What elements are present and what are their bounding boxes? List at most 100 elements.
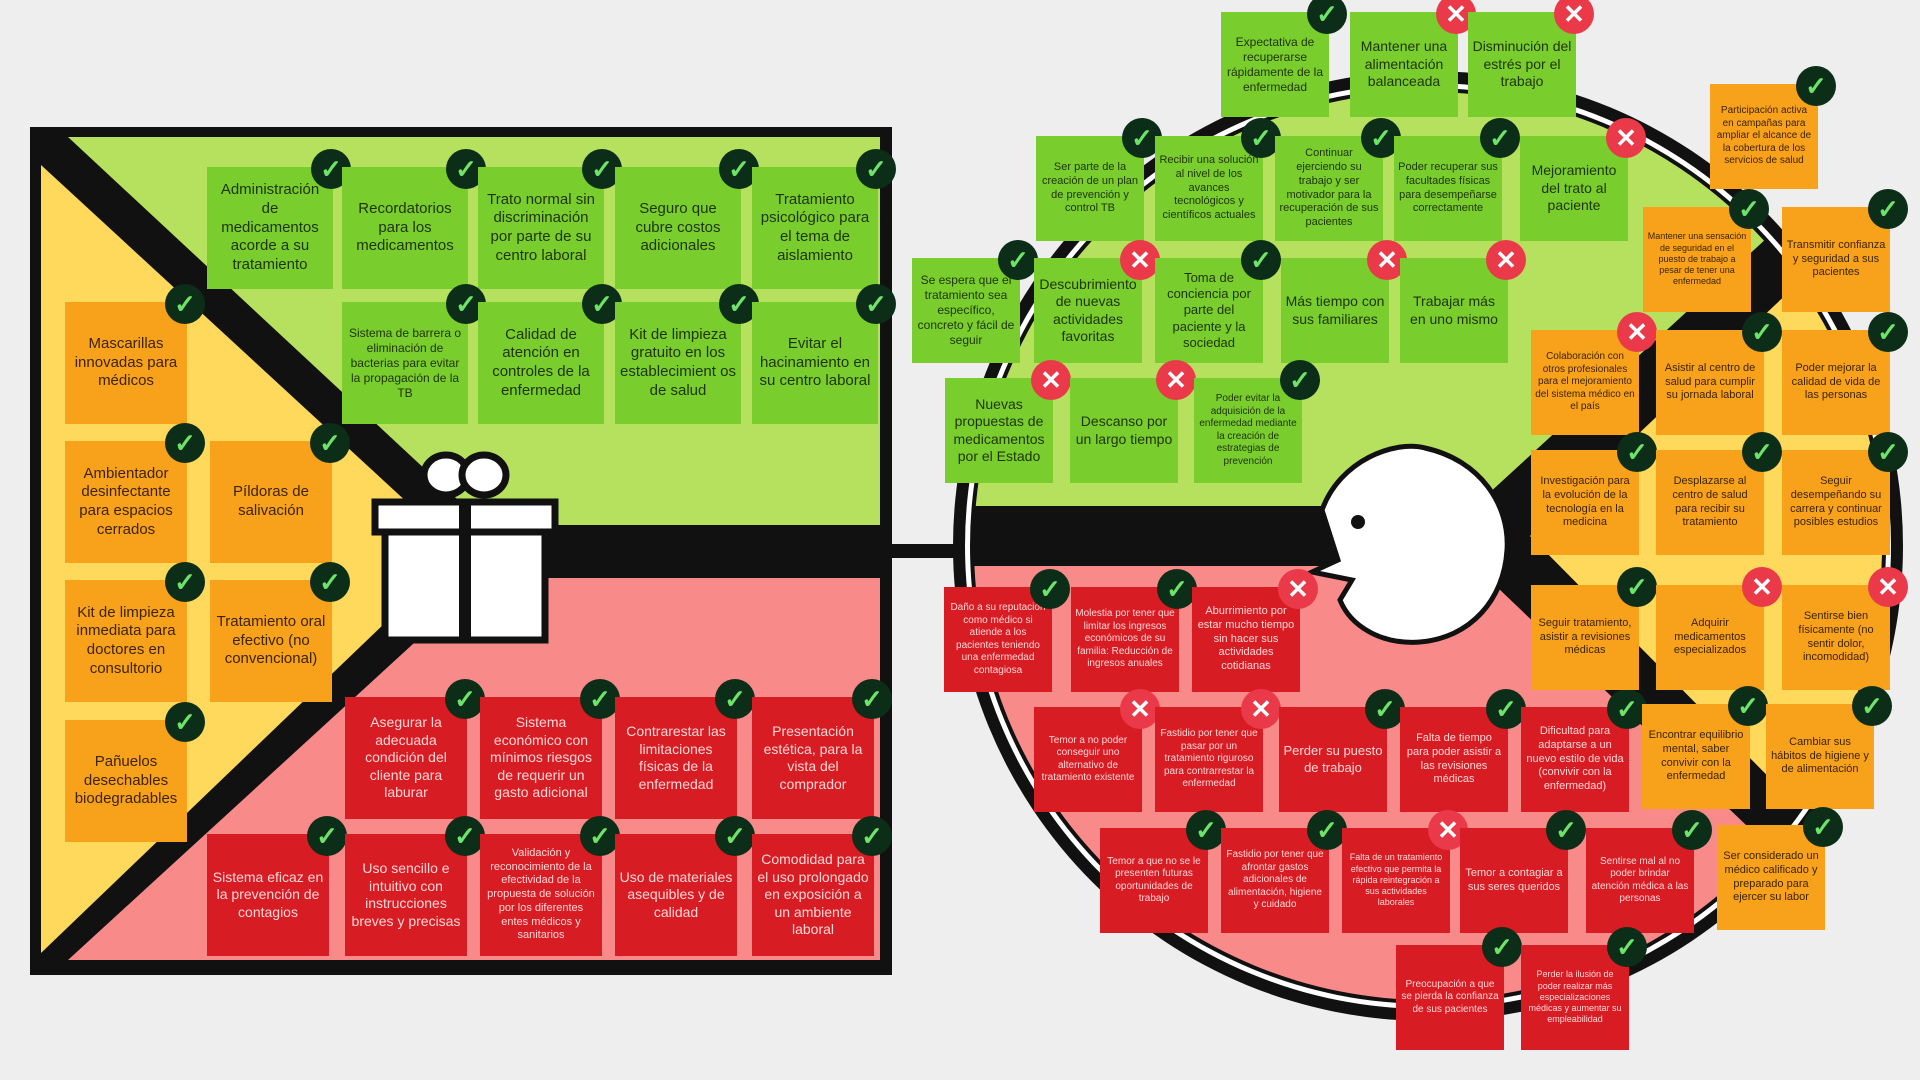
note-text: Pañuelos desechables biodegradables	[74, 752, 178, 808]
check-icon: ✓	[1365, 689, 1405, 729]
note-text: Mejoramiento del trato al paciente	[1531, 162, 1617, 214]
check-icon: ✓	[1607, 689, 1647, 729]
cross-icon: ✕	[1278, 569, 1318, 609]
check-icon: ✓	[1486, 689, 1526, 729]
check-icon: ✓	[1241, 240, 1281, 280]
note-text: Sentirse mal al no poder brindar atenció…	[1591, 855, 1689, 905]
note-text: Continuar ejerciendo su trabajo y ser mo…	[1279, 147, 1379, 228]
check-icon: ✓	[165, 562, 205, 602]
note-text: Se espera que el tratamiento sea específ…	[917, 273, 1015, 347]
check-icon: ✓	[445, 679, 485, 719]
note-text: Temor a no poder conseguir uno alternati…	[1041, 734, 1135, 784]
note-text: Ser parte de la creación de un plan de p…	[1041, 161, 1138, 215]
check-icon: ✓	[1742, 312, 1782, 352]
check-icon: ✓	[856, 284, 896, 324]
note-text: Cambiar sus hábitos de higiene y de alim…	[1771, 735, 1869, 776]
check-icon: ✓	[1480, 118, 1520, 158]
note-text: Descanso por un largo tiempo	[1075, 413, 1173, 447]
products-note: Kit de limpieza inmediata para doctores …	[65, 580, 187, 702]
check-icon: ✓	[1868, 312, 1908, 352]
pain-relievers-note: Uso sencillo e intuitivo con instruccion…	[345, 834, 467, 956]
note-text: Molestia por tener que limitar los ingre…	[1075, 608, 1175, 670]
note-text: Kit de limpieza inmediata para doctores …	[76, 603, 176, 677]
note-text: Perder su puesto de trabajo	[1283, 743, 1383, 775]
note-text: Uso de materiales asequibles y de calida…	[619, 868, 733, 920]
check-icon: ✓	[580, 816, 620, 856]
note-text: Comodidad para el uso prolongado en expo…	[757, 851, 869, 938]
check-icon: ✓	[445, 816, 485, 856]
check-icon: ✓	[1280, 360, 1320, 400]
note-text: Asistir al centro de salud para cumplir …	[1664, 361, 1756, 402]
check-icon: ✓	[1868, 189, 1908, 229]
gain-creators-note: Administración de medicamentos acorde a …	[207, 167, 333, 289]
check-icon: ✓	[1803, 807, 1843, 847]
gain-creators-note: Evitar el hacinamiento en su centro labo…	[752, 302, 878, 424]
check-icon: ✓	[1307, 810, 1347, 850]
check-icon: ✓	[715, 816, 755, 856]
note-text: Transmitir confianza y seguridad a sus p…	[1786, 238, 1886, 279]
gain-creators-note: Sistema de barrera o eliminación de bact…	[342, 302, 468, 424]
cross-icon: ✕	[1606, 118, 1646, 158]
check-icon: ✓	[165, 423, 205, 463]
note-text: Mascarillas innovadas para médicos	[74, 334, 178, 390]
note-text: Trabajar más en uno mismo	[1410, 293, 1498, 327]
cross-icon: ✕	[1868, 567, 1908, 607]
pain-relievers-note: Sistema eficaz en la prevención de conta…	[207, 834, 329, 956]
cross-icon: ✕	[1031, 360, 1071, 400]
note-text: Falta de tiempo para poder asistir a las…	[1406, 732, 1502, 786]
note-text: Administración de medicamentos acorde a …	[220, 181, 320, 274]
check-icon: ✓	[1796, 66, 1836, 106]
note-text: Investigación para la evolución de la te…	[1540, 475, 1630, 529]
note-text: Adquirir medicamentos especializados	[1673, 616, 1747, 657]
check-icon: ✓	[310, 562, 350, 602]
note-text: Poder recuperar sus facultades físicas p…	[1398, 161, 1498, 215]
check-icon: ✓	[165, 284, 205, 324]
check-icon: ✓	[1482, 927, 1522, 967]
note-text: Seguro que cubre costos adicionales	[635, 199, 721, 255]
cross-icon: ✕	[1742, 567, 1782, 607]
cross-icon: ✕	[1156, 360, 1196, 400]
check-icon: ✓	[1728, 686, 1768, 726]
pain-relievers-note: Presentación estética, para la vista del…	[752, 697, 874, 819]
products-note: Pañuelos desechables biodegradables	[65, 720, 187, 842]
gain-creators-note: Kit de limpieza gratuito en los establec…	[615, 302, 741, 424]
check-icon: ✓	[1546, 810, 1586, 850]
cross-icon: ✕	[1120, 689, 1160, 729]
pain-relievers-note: Uso de materiales asequibles y de calida…	[615, 834, 737, 956]
check-icon: ✓	[307, 816, 347, 856]
cross-icon: ✕	[1486, 240, 1526, 280]
note-text: Contrarestar las limitaciones físicas de…	[626, 723, 726, 792]
check-icon: ✓	[856, 149, 896, 189]
note-text: Presentación estética, para la vista del…	[763, 723, 863, 792]
note-text: Recibir una solución al nivel de los ava…	[1159, 154, 1259, 222]
note-text: Sistema eficaz en la prevención de conta…	[212, 868, 324, 920]
check-icon: ✓	[1030, 569, 1070, 609]
note-text: Colaboración con otros profesionales par…	[1535, 351, 1635, 413]
pain-relievers-note: Contrarestar las limitaciones físicas de…	[615, 697, 737, 819]
note-text: Tratamiento psicológico para el tema de …	[760, 190, 870, 264]
note-text: Sistema de barrera o eliminación de bact…	[348, 325, 462, 400]
gain-creators-note: Trato normal sin discriminación por part…	[478, 167, 604, 289]
cross-icon: ✕	[1241, 689, 1281, 729]
note-text: Toma de conciencia por parte del pacient…	[1167, 269, 1251, 350]
note-text: Dificultad para adaptarse a un nuevo est…	[1526, 725, 1624, 793]
note-text: Aburrimiento por estar mucho tiempo sin …	[1197, 605, 1295, 673]
gain-creators-note: Seguro que cubre costos adicionales	[615, 167, 741, 289]
products-note: Tratamiento oral efectivo (no convencion…	[210, 580, 332, 702]
check-icon: ✓	[852, 816, 892, 856]
check-icon: ✓	[715, 679, 755, 719]
check-icon: ✓	[1607, 927, 1647, 967]
note-text: Fastidio por tener que afrontar gastos a…	[1226, 849, 1324, 911]
note-text: Poder mejorar la calidad de vida de las …	[1791, 361, 1881, 402]
check-icon: ✓	[310, 423, 350, 463]
check-icon: ✓	[1157, 569, 1197, 609]
note-text: Expectativa de recuperarse rápidamente d…	[1226, 34, 1324, 94]
note-text: Uso sencillo e intuitivo con instruccion…	[351, 860, 461, 929]
note-text: Ser considerado un médico calificado y p…	[1723, 850, 1819, 904]
note-text: Trato normal sin discriminación por part…	[487, 190, 595, 264]
check-icon: ✓	[1852, 686, 1892, 726]
note-text: Mantener una sensación de seguridad en e…	[1647, 231, 1747, 287]
note-text: Ambientador desinfectante para espacios …	[79, 464, 173, 538]
pain-relievers-note: Validación y reconocimiento de la efecti…	[480, 834, 602, 956]
note-text: Temor a contagiar a sus seres queridos	[1465, 866, 1563, 893]
